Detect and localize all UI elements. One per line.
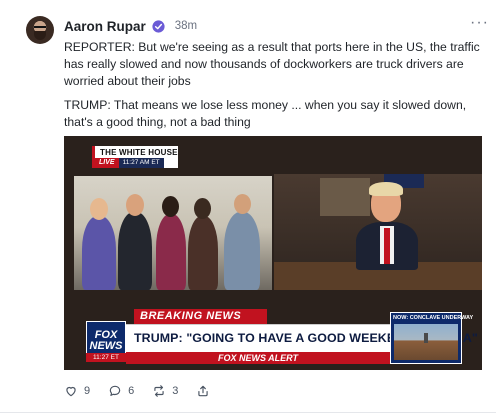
- reply-icon: [109, 385, 121, 396]
- location-label: THE WHITE HOUSE: [100, 148, 178, 157]
- live-time: 11:27 AM ET: [118, 158, 164, 168]
- verified-badge-icon: [152, 19, 165, 33]
- chimney: [424, 333, 428, 343]
- post-text: REPORTER: But we're seeing as a result t…: [64, 39, 482, 131]
- location-bug: THE WHITE HOUSE LIVE 11:27 AM ET: [92, 146, 178, 168]
- inset-image: [394, 324, 458, 360]
- avatar-beard: [34, 31, 46, 40]
- repost-icon: [154, 385, 164, 397]
- inset-label: NOW: CONCLAVE UNDERWAY: [393, 315, 474, 321]
- reply-button[interactable]: 6: [108, 384, 134, 398]
- post-time[interactable]: 38m: [175, 20, 197, 32]
- avatar[interactable]: [26, 16, 54, 44]
- headline-bar: TRUMP: "GOING TO HAVE A GOOD WEEKEND W/C…: [126, 324, 478, 352]
- heart-icon: [66, 386, 76, 397]
- share-icon: [198, 385, 209, 397]
- reply-count: 6: [128, 385, 135, 397]
- press-scene: [74, 176, 272, 290]
- share-button[interactable]: [196, 384, 210, 398]
- post-divider: [0, 412, 496, 413]
- inset-panel: NOW: CONCLAVE UNDERWAY: [390, 312, 473, 364]
- post-paragraph: TRUMP: That means we lose less money ...…: [64, 98, 467, 129]
- more-icon[interactable]: ···: [470, 14, 489, 32]
- alert-label: FOX NEWS ALERT: [126, 352, 390, 364]
- like-button[interactable]: 9: [64, 384, 90, 398]
- post-card: Aaron Rupar 38m ··· REPORTER: But we're …: [0, 0, 496, 416]
- live-label: LIVE: [95, 158, 119, 168]
- breaking-news-label: BREAKING NEWS: [134, 309, 267, 324]
- avatar-glasses: [34, 26, 46, 29]
- action-bar: 9 6 3: [64, 382, 228, 400]
- logo-time: 11:27 ET: [86, 353, 126, 362]
- repost-button[interactable]: 3: [152, 384, 178, 398]
- like-count: 9: [84, 385, 91, 397]
- post-header: Aaron Rupar 38m: [64, 17, 197, 35]
- video-thumbnail[interactable]: THE WHITE HOUSE LIVE 11:27 AM ET BREAKIN…: [64, 136, 482, 370]
- repost-count: 3: [172, 385, 179, 397]
- author-name[interactable]: Aaron Rupar: [64, 19, 146, 34]
- post-paragraph: REPORTER: But we're seeing as a result t…: [64, 40, 480, 88]
